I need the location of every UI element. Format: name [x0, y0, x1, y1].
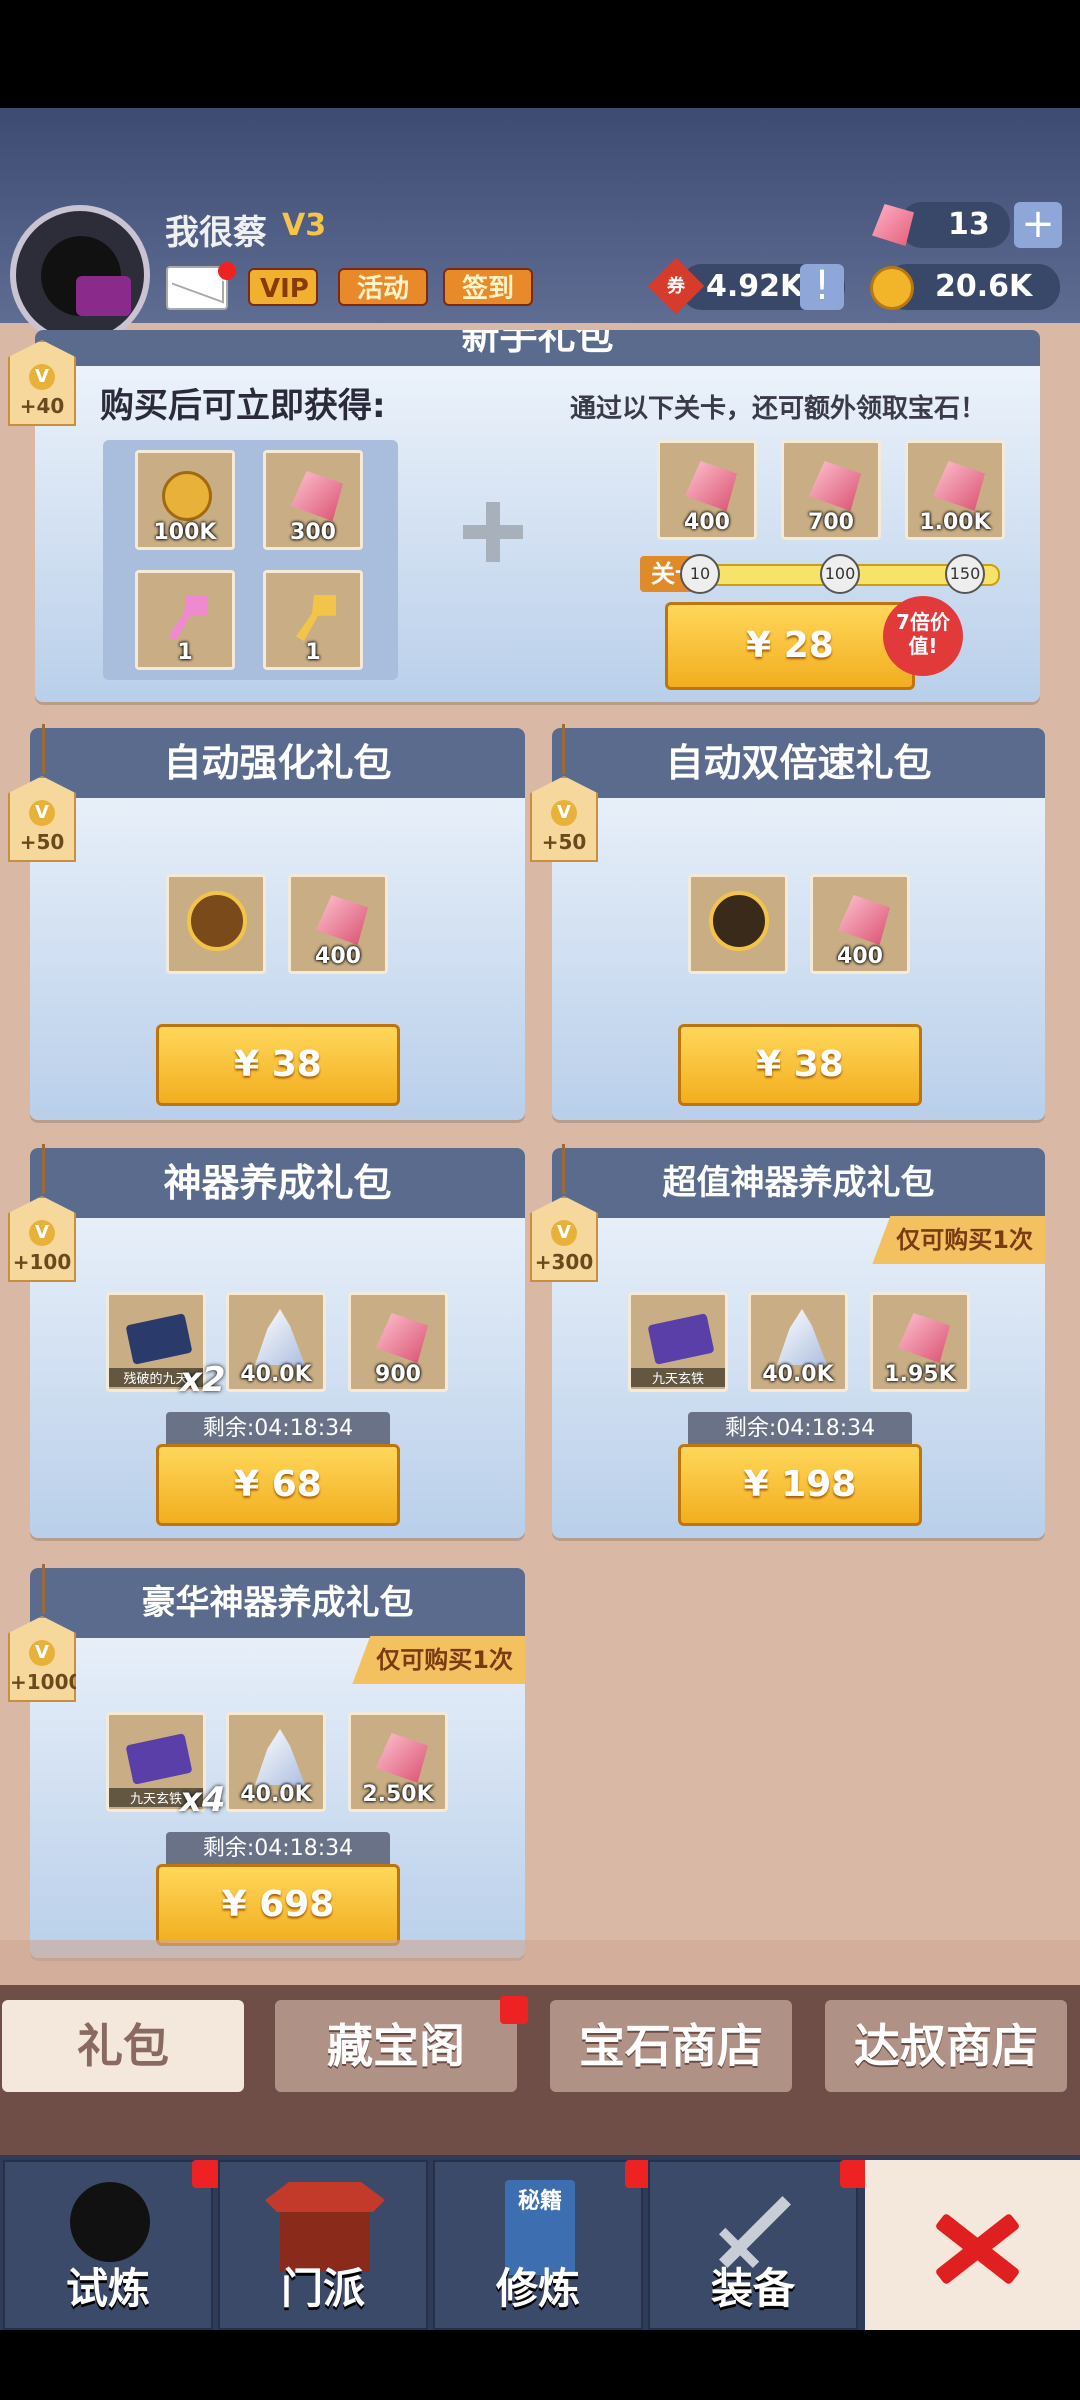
pack-title: 超值神器养成礼包 [552, 1148, 1045, 1218]
newbie-buy-button[interactable]: ¥ 28 [665, 602, 915, 690]
newbie-pack-title: 新手礼包 [461, 330, 614, 358]
buy-button[interactable]: ¥ 698 [156, 1864, 400, 1946]
close-panel-button[interactable] [865, 2160, 1080, 2330]
pack-card: 自动强化礼包 400 ¥ 38 [30, 728, 525, 1120]
coin-icon [870, 266, 914, 310]
countdown-timer: 剩余:04:18:34 [166, 1412, 390, 1446]
stage-node-1: 10 [680, 554, 720, 594]
crystal-item[interactable]: 40.0K [748, 1292, 848, 1392]
pack-title: 神器养成礼包 [30, 1148, 525, 1218]
activity-button[interactable]: 活动 [338, 268, 428, 306]
pack-gem-item[interactable]: 400 [288, 874, 388, 974]
tab-notification-dot [500, 1996, 528, 2024]
stage-node-3: 150 [945, 554, 985, 594]
buy-button[interactable]: ¥ 38 [678, 1024, 922, 1106]
purchase-limit-tag: 仅可购买1次 [352, 1636, 525, 1684]
add-gems-button[interactable]: + [1014, 202, 1062, 248]
item-multiplier: x4 [180, 1780, 226, 1820]
player-name: 我很蔡 [165, 213, 267, 253]
reward-coins[interactable]: 100K [135, 450, 235, 550]
newbie-right-caption: 通过以下关卡，还可额外领取宝石！ [570, 394, 987, 424]
pack-card: 豪华神器养成礼包 仅可购买1次 九天玄铁 x4 40.0K 2.50K 剩余:0… [30, 1568, 525, 1958]
item-multiplier: x2 [180, 1360, 226, 1400]
tab-treasure-pavilion[interactable]: 藏宝阁 [275, 2000, 517, 2092]
nav-notification-dot [840, 2160, 868, 2188]
reward-gems[interactable]: 300 [263, 450, 363, 550]
newbie-pack-card: 新手礼包 购买后可立即获得: 通过以下关卡，还可额外领取宝石！ 100K 300… [35, 330, 1040, 702]
auto-enhance-icon[interactable] [166, 874, 266, 974]
pack-title: 自动强化礼包 [30, 728, 525, 798]
ninja-icon [70, 2182, 150, 2262]
signin-button[interactable]: 签到 [443, 268, 533, 306]
pack-gem-item[interactable]: 900 [348, 1292, 448, 1392]
gem-counter: 13 [900, 202, 1010, 248]
value-badge: 7倍价值! [883, 596, 963, 676]
nav-trial[interactable]: 试炼 [3, 2160, 213, 2330]
bonus-gem-2[interactable]: 700 [781, 440, 881, 540]
mail-notification-dot [218, 262, 236, 280]
nav-equipment[interactable]: 装备 [648, 2160, 858, 2330]
double-speed-icon[interactable] [688, 874, 788, 974]
nav-cultivation[interactable]: 秘籍 修炼 [433, 2160, 643, 2330]
bonus-gem-3[interactable]: 1.00K [905, 440, 1005, 540]
pack-gem-item[interactable]: 400 [810, 874, 910, 974]
buy-button[interactable]: ¥ 198 [678, 1444, 922, 1526]
tab-dashu-shop[interactable]: 达叔商店 [825, 2000, 1067, 2092]
nav-sect[interactable]: 门派 [218, 2160, 428, 2330]
reward-gold-key[interactable]: 1 [263, 570, 363, 670]
pack-title: 自动双倍速礼包 [552, 728, 1045, 798]
tab-gem-shop[interactable]: 宝石商店 [550, 2000, 792, 2092]
pack-gem-item[interactable]: 2.50K [348, 1712, 448, 1812]
nav-notification-dot [192, 2160, 220, 2188]
countdown-timer: 剩余:04:18:34 [166, 1832, 390, 1866]
ticket-info-button[interactable]: ! [800, 264, 844, 310]
system-bar [0, 2330, 1080, 2400]
newbie-left-caption: 购买后可立即获得: [100, 386, 386, 426]
reward-pink-key[interactable]: 1 [135, 570, 235, 670]
stage-node-2: 100 [820, 554, 860, 594]
vip-points-tag: V +40 [8, 340, 76, 426]
pack-card: 自动双倍速礼包 400 ¥ 38 [552, 728, 1045, 1120]
vip-points-tag: V +100 [8, 1196, 76, 1282]
vip-button[interactable]: VIP [248, 268, 318, 306]
crystal-item[interactable]: 40.0K [226, 1712, 326, 1812]
pack-gem-item[interactable]: 1.95K [870, 1292, 970, 1392]
temple-icon [265, 2182, 385, 2212]
pack-title: 豪华神器养成礼包 [30, 1568, 525, 1638]
vip-points-tag: V +50 [8, 776, 76, 862]
vip-points-tag: V +1000 [8, 1616, 76, 1702]
status-bar [0, 0, 1080, 108]
vip-points-tag: V +300 [530, 1196, 598, 1282]
tab-gift-packs[interactable]: 礼包 [2, 2000, 244, 2092]
countdown-timer: 剩余:04:18:34 [688, 1412, 912, 1446]
bonus-gem-1[interactable]: 400 [657, 440, 757, 540]
buy-button[interactable]: ¥ 68 [156, 1444, 400, 1526]
player-vip-level: V3 [282, 208, 327, 243]
mystic-iron-item[interactable]: 九天玄铁 [628, 1292, 728, 1392]
player-avatar[interactable] [10, 205, 150, 345]
vip-points-tag: V +50 [530, 776, 598, 862]
purchase-limit-tag: 仅可购买1次 [872, 1216, 1045, 1264]
pack-card: 超值神器养成礼包 仅可购买1次 九天玄铁 40.0K 1.95K 剩余:04:1… [552, 1148, 1045, 1538]
buy-button[interactable]: ¥ 38 [156, 1024, 400, 1106]
crystal-item[interactable]: 40.0K [226, 1292, 326, 1392]
pack-card: 神器养成礼包 残破的九天 x2 40.0K 900 剩余:04:18:34 ¥ … [30, 1148, 525, 1538]
ticket-icon-text: 券 [667, 276, 685, 297]
